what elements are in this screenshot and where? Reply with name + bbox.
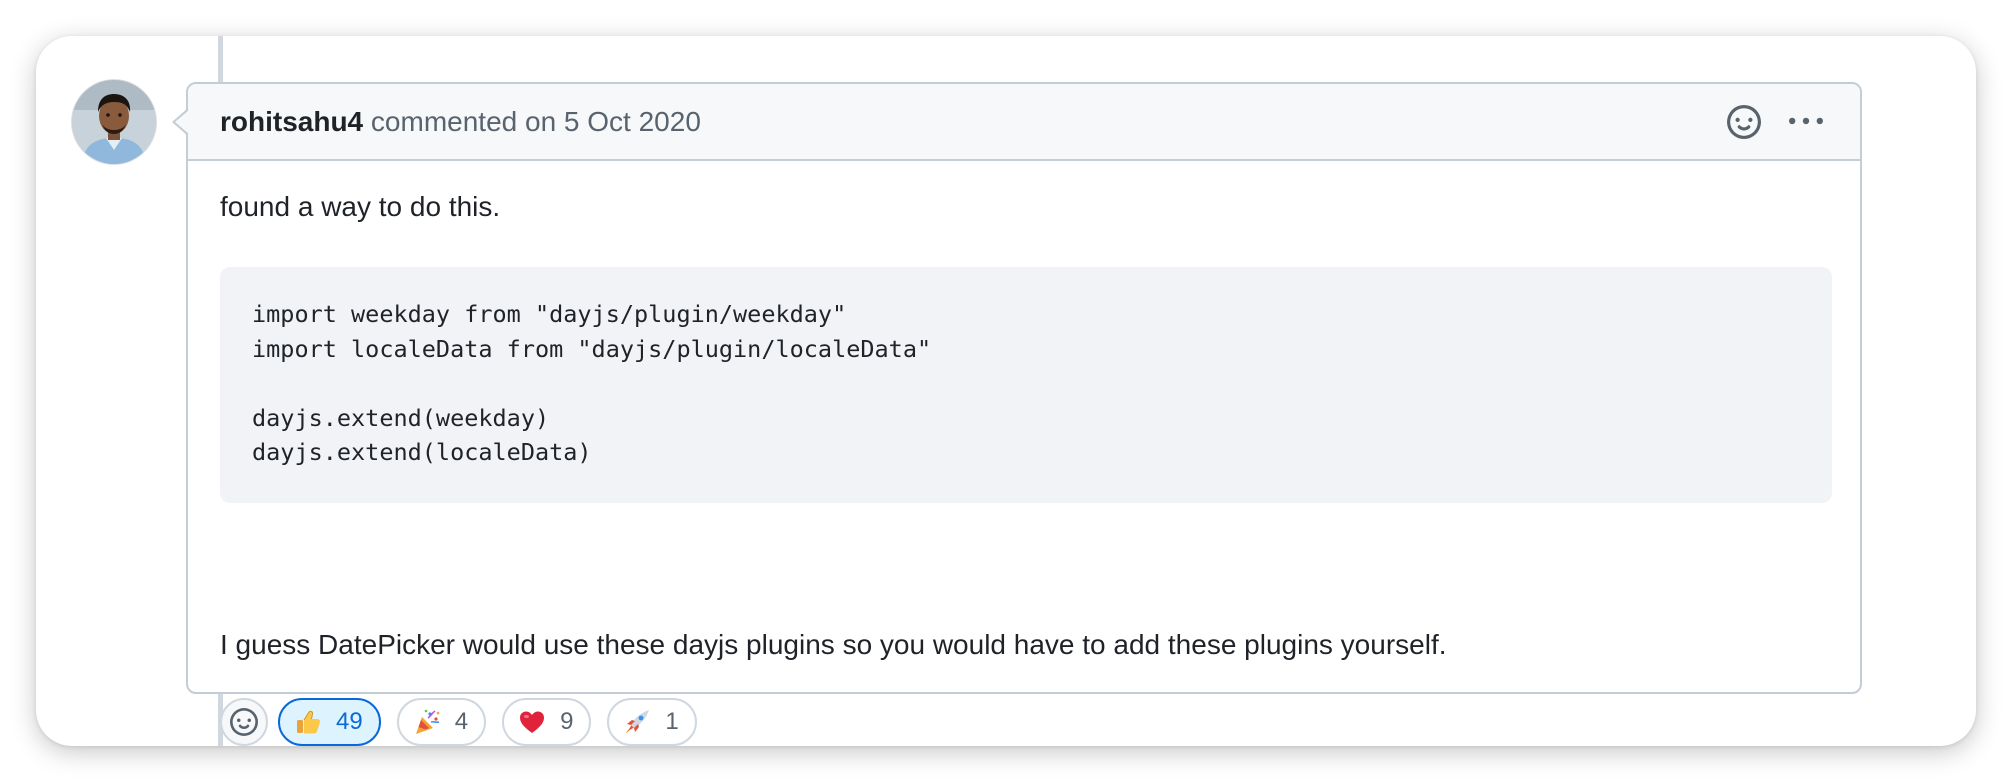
code-line: import localeData from "dayjs/plugin/loc… bbox=[252, 334, 932, 363]
code-line: dayjs.extend(localeData) bbox=[252, 438, 592, 466]
add-reaction-button[interactable] bbox=[1724, 102, 1764, 142]
kebab-horizontal-icon bbox=[1789, 117, 1823, 125]
comment-timestamp[interactable]: commented on 5 Oct 2020 bbox=[371, 106, 701, 137]
avatar[interactable] bbox=[72, 80, 156, 164]
author-link[interactable]: rohitsahu4 bbox=[220, 106, 363, 137]
party-popper-icon bbox=[413, 708, 441, 736]
comment-paragraph: I guess DatePicker would use these dayjs… bbox=[220, 629, 1447, 660]
comment-options-button[interactable] bbox=[1786, 102, 1826, 142]
thumbs-up-icon bbox=[294, 708, 322, 736]
code-line: import weekday from "dayjs/plugin/weekda… bbox=[252, 300, 847, 328]
rocket-icon bbox=[623, 708, 651, 736]
code-line: dayjs.extend(weekday) bbox=[252, 403, 550, 432]
reaction-thumbs-up[interactable]: 49 bbox=[278, 698, 381, 746]
reaction-count: 49 bbox=[336, 708, 363, 735]
reaction-count: 1 bbox=[665, 708, 679, 735]
comment-box: rohitsahu4 commented on 5 Oct 2020 found… bbox=[172, 82, 1862, 746]
comment-meta: rohitsahu4 commented on 5 Oct 2020 bbox=[220, 104, 701, 140]
reaction-rocket[interactable]: 1 bbox=[607, 698, 697, 746]
header-actions bbox=[1724, 102, 1826, 142]
add-reaction-button[interactable] bbox=[220, 698, 268, 746]
code-block: import weekday from "dayjs/plugin/weekda… bbox=[220, 267, 1832, 503]
reaction-heart[interactable]: 9 bbox=[502, 698, 592, 746]
reaction-count: 4 bbox=[454, 708, 469, 735]
reaction-hooray[interactable]: 4 bbox=[396, 698, 487, 746]
smiley-icon bbox=[230, 708, 258, 736]
comment-header: rohitsahu4 commented on 5 Oct 2020 bbox=[188, 84, 1860, 161]
comment-paragraph: found a way to do this. bbox=[220, 191, 501, 222]
smiley-icon bbox=[1727, 105, 1761, 139]
reactions-bar: 49 4 9 1 bbox=[220, 698, 713, 746]
timeline-card: rohitsahu4 commented on 5 Oct 2020 found… bbox=[36, 36, 1976, 746]
reaction-count: 9 bbox=[560, 708, 574, 735]
red-heart-icon bbox=[518, 708, 546, 736]
